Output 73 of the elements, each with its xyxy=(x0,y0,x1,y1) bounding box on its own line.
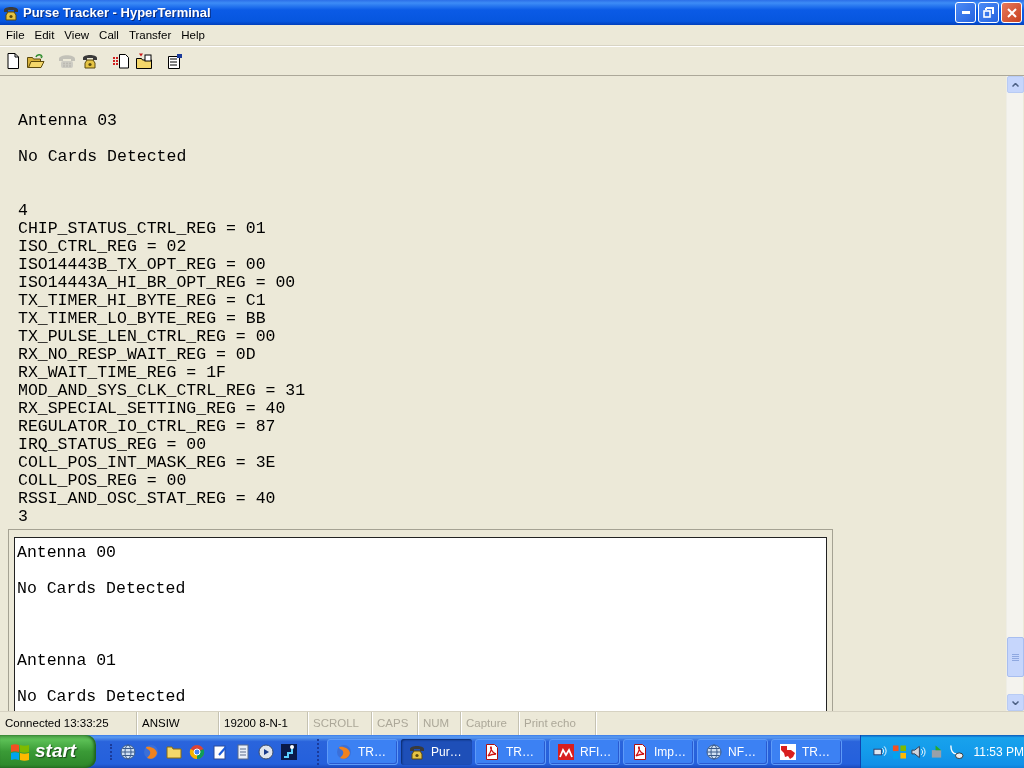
taskbar-button[interactable]: TR… xyxy=(475,738,546,765)
terminal-line: RX_SPECIAL_SETTING_REG = 40 xyxy=(18,399,286,418)
terminal-line: 4 xyxy=(18,201,28,220)
terminal-line: RX_NO_RESP_WAIT_REG = 0D xyxy=(18,345,256,364)
start-button[interactable]: start xyxy=(0,735,96,768)
taskbar-button[interactable]: TR… xyxy=(771,738,842,765)
terminal-line: ISO14443A_HI_BR_OPT_REG = 00 xyxy=(18,273,296,292)
play-icon[interactable] xyxy=(258,743,274,760)
restore-button[interactable] xyxy=(978,2,999,23)
terminal-line: COLL_POS_INT_MASK_REG = 3E xyxy=(18,453,276,472)
terminal-line: COLL_POS_REG = 00 xyxy=(18,471,187,490)
pdf-document-icon xyxy=(632,743,648,760)
menu-item[interactable]: Transfer xyxy=(123,26,177,44)
menu-item[interactable]: Edit xyxy=(29,26,60,44)
terminal-line: IRQ_STATUS_REG = 00 xyxy=(18,435,207,454)
notepad-icon[interactable] xyxy=(235,743,251,760)
scroll-thumb[interactable] xyxy=(1007,637,1024,677)
menu-item[interactable]: View xyxy=(59,26,95,44)
minimize-icon xyxy=(961,11,970,14)
terminal-line: Antenna 00 xyxy=(17,543,117,562)
receive-folder-icon xyxy=(134,52,153,69)
terminal-line: No Cards Detected xyxy=(17,687,186,706)
mouse-icon[interactable] xyxy=(948,743,964,760)
globe-icon[interactable] xyxy=(120,743,136,760)
close-button[interactable] xyxy=(1001,2,1022,23)
terminal-line: MOD_AND_SYS_CLK_CTRL_REG = 31 xyxy=(18,381,306,400)
windows-flag-icon xyxy=(10,742,30,761)
round-logo-icon[interactable] xyxy=(189,743,205,760)
pdf-document-icon xyxy=(484,743,500,760)
telephone-icon xyxy=(409,743,425,760)
taskbar-button[interactable]: TR… xyxy=(327,738,398,765)
close-icon xyxy=(1006,7,1017,18)
terminal-line: RSSI_AND_OSC_STAT_REG = 40 xyxy=(18,489,276,508)
menu-item[interactable]: File xyxy=(1,26,30,44)
terminal-line: REGULATOR_IO_CTRL_REG = 87 xyxy=(18,417,276,436)
taskbar-button[interactable]: NF… xyxy=(697,738,768,765)
properties-page-icon xyxy=(165,52,184,69)
terminal-line: TX_TIMER_HI_BYTE_REG = C1 xyxy=(18,291,266,310)
minimize-button[interactable] xyxy=(955,2,976,23)
terminal-line: CHIP_STATUS_CTRL_REG = 01 xyxy=(18,219,266,238)
taskbar-button[interactable]: Pur… xyxy=(401,738,472,765)
speaker-icon[interactable] xyxy=(910,743,926,760)
terminal-line: Antenna 01 xyxy=(17,651,117,670)
map-logo-icon xyxy=(780,743,796,760)
telephone-icon xyxy=(57,52,76,69)
telephone-icon xyxy=(3,4,19,21)
restore-icon xyxy=(983,7,994,18)
tray-clock: 11:53 PM xyxy=(973,743,1024,761)
folder-icon[interactable] xyxy=(166,743,182,760)
terminal-line: No Cards Detected xyxy=(18,147,187,166)
globe-icon xyxy=(706,743,722,760)
taskbar-button[interactable]: Imp… xyxy=(623,738,694,765)
terminal-line: TX_PULSE_LEN_CTRL_REG = 00 xyxy=(18,327,276,346)
open-folder-icon xyxy=(26,52,45,69)
browser-icon xyxy=(336,743,352,760)
network-icon[interactable] xyxy=(281,743,297,760)
send-page-icon xyxy=(111,52,130,69)
terminal-line: Antenna 03 xyxy=(18,111,118,130)
taskbar-button[interactable]: RFI… xyxy=(549,738,620,765)
telephone-icon xyxy=(81,52,98,69)
edit-document-icon[interactable] xyxy=(212,743,228,760)
menu-item[interactable]: Call xyxy=(94,26,124,44)
terminal-line: ISO14443B_TX_OPT_REG = 00 xyxy=(18,255,266,274)
terminal-line: No Cards Detected xyxy=(17,579,186,598)
terminal-line: RX_WAIT_TIME_REG = 1F xyxy=(18,363,226,382)
logo-icon xyxy=(558,743,574,760)
terminal-line: TX_TIMER_LO_BYTE_REG = BB xyxy=(18,309,266,328)
grip-icon xyxy=(1012,653,1019,661)
window-title: Purse Tracker - HyperTerminal xyxy=(23,6,211,19)
terminal-line: 3 xyxy=(18,507,28,526)
terminal-line: ISO_CTRL_REG = 02 xyxy=(18,237,187,256)
blank-page-icon xyxy=(4,52,21,69)
menu-item[interactable]: Help xyxy=(176,26,210,44)
